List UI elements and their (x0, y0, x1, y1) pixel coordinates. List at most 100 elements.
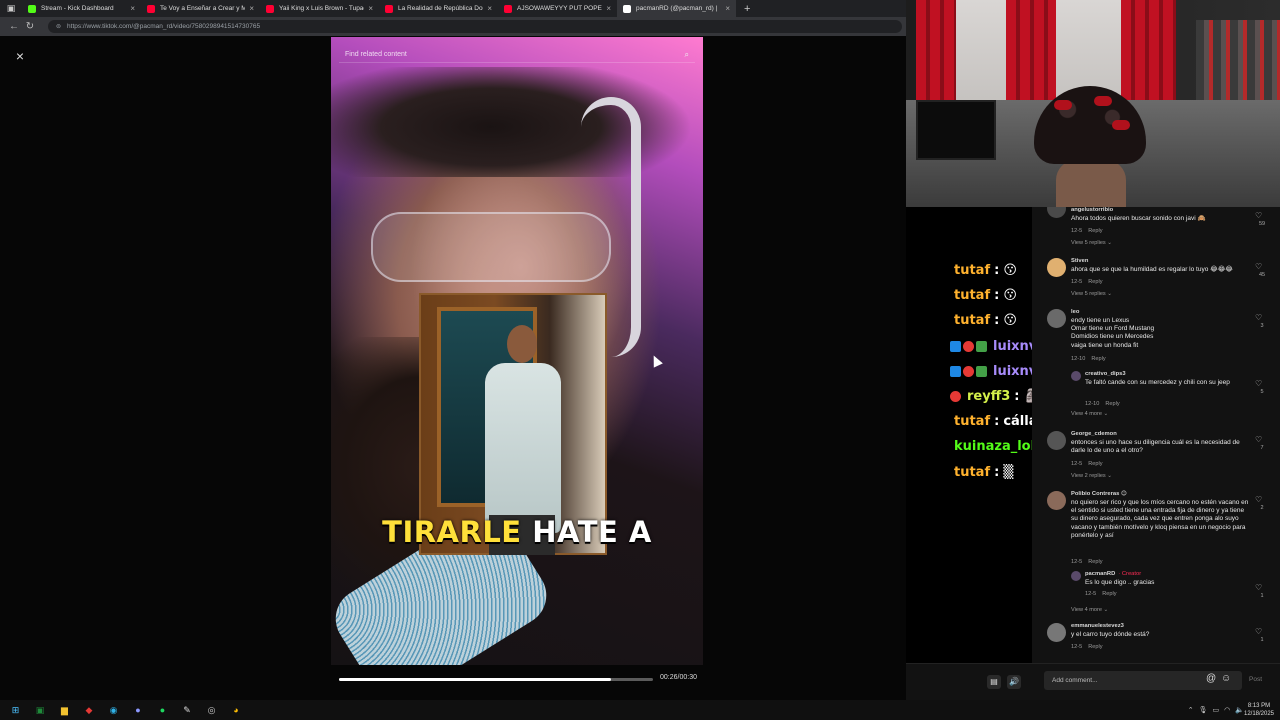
mention-icon[interactable]: @ (1206, 673, 1216, 684)
avatar[interactable] (1047, 491, 1066, 510)
comment-author[interactable]: Polibio Contreras 😊 (1071, 491, 1127, 497)
window-menu-icon[interactable]: ▣ (0, 0, 22, 17)
avatar[interactable] (1047, 207, 1066, 218)
avatar[interactable] (1071, 371, 1081, 381)
post-button[interactable]: Post (1249, 676, 1262, 683)
reply-button[interactable]: Reply (1088, 228, 1102, 234)
network-icon[interactable]: ▭ (1213, 706, 1220, 714)
reply-button[interactable]: Reply (1088, 559, 1102, 565)
url-text: https://www.tiktok.com/@pacman_rd/video/… (67, 23, 261, 30)
captions-icon[interactable]: ▤ (987, 675, 1001, 689)
taskbar-clock[interactable]: 8:13 PM 12/18/2025 (1242, 702, 1276, 718)
avatar[interactable] (1047, 258, 1066, 277)
app-icon[interactable]: ✎ (178, 703, 196, 717)
video-progress-bar[interactable] (339, 678, 653, 681)
like-heart-icon[interactable]: ♡ (1255, 583, 1262, 592)
app-icon[interactable]: ◆ (80, 703, 98, 717)
like-count: 3 (1260, 323, 1264, 329)
terminal-icon[interactable]: ▣ (31, 703, 49, 717)
chat-username[interactable]: tutaf (954, 313, 990, 328)
close-video-button[interactable]: × (10, 46, 30, 66)
browser-tab-1[interactable]: Te Voy a Enseñar a Crear y Monet... × (141, 0, 260, 17)
tab-close-icon[interactable]: × (249, 4, 254, 13)
emoji-icon[interactable]: ☺ (1221, 673, 1231, 684)
chat-separator: : (1014, 389, 1020, 405)
wifi-icon[interactable]: ◠ (1224, 706, 1230, 714)
like-heart-icon[interactable]: ♡ (1255, 262, 1262, 271)
tray-mic-icon[interactable]: 🎙 (1199, 706, 1208, 714)
view-replies-button[interactable]: View 2 replies ⌄ (1071, 473, 1112, 479)
avatar[interactable] (1047, 431, 1066, 450)
discord-icon[interactable]: ● (129, 703, 147, 717)
tab-close-icon[interactable]: × (725, 4, 730, 13)
start-icon[interactable]: ⊞ (7, 703, 25, 717)
volume-icon[interactable]: 🔊 (1007, 675, 1021, 689)
comment-author[interactable]: George_cdemon (1071, 431, 1117, 437)
reply-author[interactable]: creativo_dips3 (1085, 371, 1129, 377)
view-replies-button[interactable]: View 4 more ⌄ (1071, 607, 1108, 613)
obs-icon[interactable]: ◎ (203, 703, 221, 717)
like-count: 7 (1260, 445, 1264, 451)
chat-username[interactable]: kuinaza_lol (954, 439, 1035, 454)
chat-username[interactable]: tutaf (954, 414, 990, 429)
find-related-search[interactable]: Find related content ⌕ (339, 47, 695, 63)
chrome-icon[interactable]: ◕ (227, 703, 245, 717)
back-arrow-icon[interactable]: ← (6, 21, 22, 32)
like-heart-icon[interactable]: ♡ (1255, 313, 1262, 322)
reload-icon[interactable]: ↻ (22, 21, 38, 32)
avatar[interactable] (1047, 309, 1066, 328)
reply-author[interactable]: pacmanRD · Creator (1085, 571, 1141, 577)
view-replies-button[interactable]: View 5 replies ⌄ (1071, 240, 1112, 246)
caption-rest: HATE A (532, 515, 652, 549)
chat-username[interactable]: tutaf (954, 288, 990, 303)
new-tab-button[interactable]: + (744, 3, 750, 15)
avatar[interactable] (1047, 623, 1066, 642)
video-caption: TIRARLE HATE A (331, 515, 703, 549)
spotify-icon[interactable]: ● (154, 703, 172, 717)
view-more-replies-button[interactable]: View 4 more ⌄ (1071, 411, 1108, 417)
url-field[interactable]: ⊜ https://www.tiktok.com/@pacman_rd/vide… (48, 20, 902, 33)
browser-tab-5[interactable]: pacmanRD (@pacman_rd) | × (617, 0, 736, 17)
chat-username[interactable]: tutaf (954, 263, 990, 278)
comment-author[interactable]: emmanuelestevez3 (1071, 623, 1124, 629)
file-explorer-icon[interactable]: ▆ (56, 703, 74, 717)
browser-tab-0[interactable]: Stream - Kick Dashboard × (22, 0, 141, 17)
system-tray: ⌃ 🎙 ▭ ◠ 🔈 (1188, 700, 1244, 720)
tab-close-icon[interactable]: × (130, 4, 135, 13)
tab-close-icon[interactable]: × (487, 4, 492, 13)
comment-author[interactable]: Stiven (1071, 258, 1088, 264)
chat-username[interactable]: reyff3 (967, 389, 1010, 404)
reply-button[interactable]: Reply (1102, 591, 1116, 597)
like-heart-icon[interactable]: ♡ (1255, 495, 1262, 504)
like-heart-icon[interactable]: ♡ (1255, 627, 1262, 636)
address-bar: ← ↻ ⊜ https://www.tiktok.com/@pacman_rd/… (0, 17, 906, 36)
avatar[interactable] (1071, 571, 1081, 581)
reply-button[interactable]: Reply (1105, 401, 1119, 407)
like-heart-icon[interactable]: ♡ (1255, 211, 1262, 220)
comment-meta: 12-5 Reply (1071, 644, 1103, 650)
search-icon[interactable]: ⌕ (685, 47, 689, 63)
reply-button[interactable]: Reply (1088, 644, 1102, 650)
tab-close-icon[interactable]: × (606, 4, 611, 13)
comment-text: y el carro tuyo dónde está? (1071, 631, 1150, 638)
browser-tab-2[interactable]: Yaii King x Luis Brown - Tupac (vi... × (260, 0, 379, 17)
site-info-icon[interactable]: ⊜ (56, 23, 61, 30)
browser-tab-3[interactable]: La Realidad de República Dominic... × (379, 0, 498, 17)
comment-author[interactable]: leo (1071, 309, 1079, 315)
comment-author[interactable]: angelustorribio (1071, 207, 1113, 213)
view-replies-button[interactable]: View 5 replies ⌄ (1071, 291, 1112, 297)
reply-button[interactable]: Reply (1091, 356, 1105, 362)
tray-chevron-icon[interactable]: ⌃ (1188, 706, 1194, 714)
tab-label: Stream - Kick Dashboard (41, 5, 114, 12)
video-player[interactable]: Find related content ⌕ TIRARLE HATE A (331, 37, 703, 665)
browser-tab-4[interactable]: AJSOWAWEYYY PUT POPEROLIN... × (498, 0, 617, 17)
like-count: 1 (1260, 593, 1264, 599)
chat-badge-icon (976, 340, 987, 352)
like-heart-icon[interactable]: ♡ (1255, 435, 1262, 444)
reply-button[interactable]: Reply (1088, 461, 1102, 467)
chat-username[interactable]: tutaf (954, 465, 990, 480)
edge-icon[interactable]: ◉ (105, 703, 123, 717)
like-heart-icon[interactable]: ♡ (1255, 379, 1262, 388)
reply-button[interactable]: Reply (1088, 279, 1102, 285)
tab-close-icon[interactable]: × (368, 4, 373, 13)
